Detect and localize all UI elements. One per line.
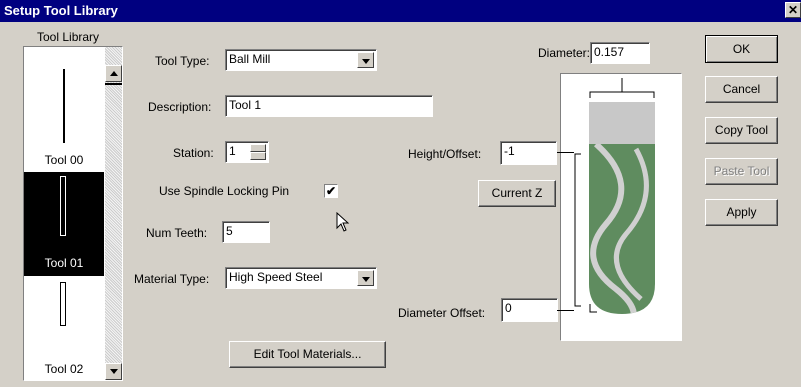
scroll-divider <box>105 83 122 85</box>
material-type-select[interactable]: High Speed Steel <box>225 267 377 289</box>
copy-tool-button[interactable]: Copy Tool <box>705 117 778 144</box>
tool-thumbnail <box>60 282 66 326</box>
edit-tool-materials-button[interactable]: Edit Tool Materials... <box>229 341 386 368</box>
chevron-down-icon[interactable] <box>357 270 374 286</box>
title-bar[interactable]: Setup Tool Library ✕ <box>0 0 801 22</box>
station-value: 1 <box>229 144 236 158</box>
tool-type-select[interactable]: Ball Mill <box>225 49 377 71</box>
tool-library-list[interactable]: Tool 00 Tool 01 Tool 02 <box>23 46 123 381</box>
close-icon: ✕ <box>787 3 799 17</box>
current-z-button[interactable]: Current Z <box>478 180 556 207</box>
description-label: Description: <box>148 100 212 114</box>
paste-tool-button[interactable]: Paste Tool <box>705 158 778 185</box>
num-teeth-label: Num Teeth: <box>146 226 208 240</box>
spindle-lock-checkbox[interactable]: ✔ <box>324 184 338 198</box>
apply-button[interactable]: Apply <box>705 199 778 226</box>
list-scrollbar[interactable] <box>105 47 122 380</box>
description-field[interactable]: Tool 1 <box>225 95 433 117</box>
list-item-tool-02[interactable]: Tool 02 <box>24 276 104 380</box>
tool-type-value: Ball Mill <box>229 52 271 66</box>
tool-library-label: Tool Library <box>37 30 100 44</box>
material-type-label: Material Type: <box>134 272 210 286</box>
tool-name: Tool 02 <box>44 362 84 376</box>
diameter-label: Diameter: <box>538 46 591 60</box>
offset-leader-line <box>557 310 574 311</box>
station-stepper[interactable]: 1 <box>225 141 269 163</box>
cancel-button[interactable]: Cancel <box>705 76 778 103</box>
spindle-lock-label: Use Spindle Locking Pin <box>159 184 290 198</box>
material-type-value: High Speed Steel <box>229 270 323 284</box>
num-teeth-field[interactable]: 5 <box>222 221 270 243</box>
ball-mill-icon <box>574 78 655 314</box>
list-item-tool-01[interactable]: Tool 01 <box>24 172 104 276</box>
ok-button[interactable]: OK <box>705 35 778 63</box>
check-icon: ✔ <box>325 184 337 198</box>
tool-name: Tool 01 <box>44 256 84 270</box>
tool-diagram <box>560 73 682 341</box>
mouse-cursor-icon <box>336 212 350 232</box>
scroll-up-button[interactable] <box>105 65 122 82</box>
height-offset-label: Height/Offset: <box>408 147 482 161</box>
window-title: Setup Tool Library <box>4 3 118 18</box>
height-offset-field[interactable]: -1 <box>500 141 557 165</box>
tool-thumbnail <box>63 69 65 143</box>
scroll-down-button[interactable] <box>105 363 122 380</box>
diameter-offset-field[interactable]: 0 <box>501 298 558 322</box>
tool-name: Tool 00 <box>44 153 84 167</box>
diameter-offset-label: Diameter Offset: <box>398 306 486 320</box>
station-label: Station: <box>173 146 214 160</box>
height-leader-line <box>557 152 574 153</box>
spin-up-icon[interactable] <box>250 144 266 152</box>
spin-down-icon[interactable] <box>250 152 266 160</box>
chevron-down-icon[interactable] <box>357 52 374 68</box>
list-item-tool-00[interactable]: Tool 00 <box>24 47 104 172</box>
close-button[interactable]: ✕ <box>785 2 801 18</box>
tool-type-label: Tool Type: <box>155 54 210 68</box>
diameter-field[interactable]: 0.157 <box>590 42 650 64</box>
tool-thumbnail <box>60 176 66 236</box>
